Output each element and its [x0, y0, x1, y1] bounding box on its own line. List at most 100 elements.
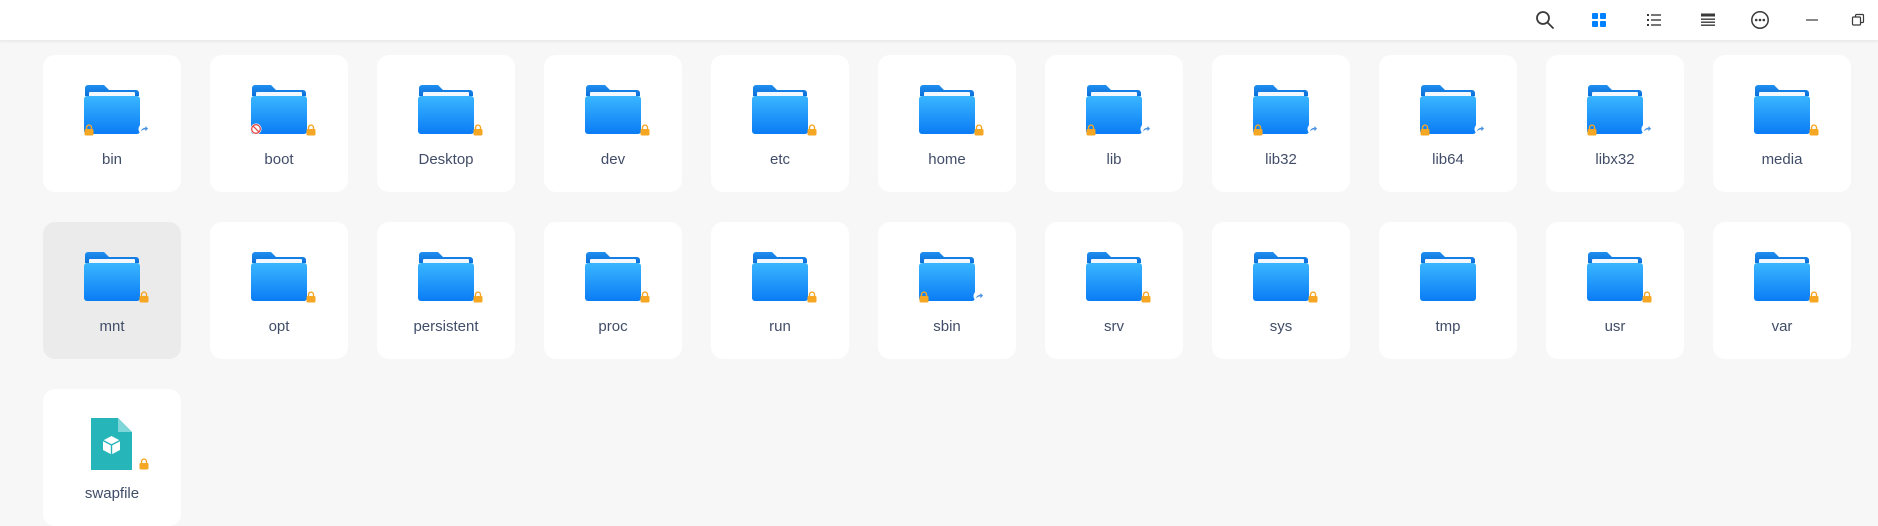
folder-item-var[interactable]: var: [1713, 222, 1851, 359]
item-label: media: [1761, 151, 1803, 168]
grid-view-icon: [1592, 13, 1606, 27]
folder-icon: [1418, 251, 1478, 303]
minimize-button[interactable]: [1792, 0, 1832, 40]
search-icon: [1536, 11, 1554, 29]
item-label: var: [1771, 318, 1793, 335]
lock-icon: [305, 123, 317, 136]
folder-item-dev[interactable]: dev: [544, 55, 682, 192]
item-label: proc: [598, 318, 628, 335]
item-label: sbin: [933, 318, 961, 335]
folder-item-desktop[interactable]: Desktop: [377, 55, 515, 192]
item-label: mnt: [99, 318, 125, 335]
item-label: lib32: [1265, 151, 1297, 168]
folder-item-srv[interactable]: srv: [1045, 222, 1183, 359]
icon-view-button[interactable]: [1579, 0, 1619, 40]
folder-icon: [249, 251, 309, 303]
lock-icon: [1307, 290, 1319, 303]
folder-icon: [1084, 251, 1144, 303]
restore-button[interactable]: [1838, 0, 1878, 40]
item-label: bin: [101, 151, 123, 168]
symlink-icon: [1641, 122, 1653, 135]
restore-icon: [1851, 13, 1865, 26]
lock-icon: [138, 457, 150, 470]
folder-icon: [1752, 251, 1812, 303]
list-view-button[interactable]: [1634, 0, 1674, 40]
lock-icon: [1641, 290, 1653, 303]
tree-view-button[interactable]: [1688, 0, 1728, 40]
folder-icon: [416, 251, 476, 303]
item-label: etc: [769, 151, 790, 168]
folder-item-lib64[interactable]: lib64: [1379, 55, 1517, 192]
folder-item-libx32[interactable]: libx32: [1546, 55, 1684, 192]
folder-item-usr[interactable]: usr: [1546, 222, 1684, 359]
symlink-icon: [1140, 122, 1152, 135]
lock-icon: [472, 290, 484, 303]
item-label: sys: [1269, 318, 1293, 335]
more-options-icon: [1751, 11, 1769, 29]
folder-icon: [583, 251, 643, 303]
no-permission-icon: [250, 122, 262, 135]
lock-icon: [1586, 123, 1598, 136]
lock-icon: [472, 123, 484, 136]
folder-icon: [750, 251, 810, 303]
file-grid: bin boot Desktop dev etc home lib lib32 …: [43, 55, 1851, 526]
more-options-button[interactable]: [1740, 0, 1780, 40]
folder-item-home[interactable]: home: [878, 55, 1016, 192]
folder-item-media[interactable]: media: [1713, 55, 1851, 192]
item-label: opt: [268, 318, 290, 335]
list-view-icon: [1647, 14, 1661, 26]
item-label: tmp: [1435, 318, 1461, 335]
file-item-swapfile[interactable]: swapfile: [43, 389, 181, 526]
folder-item-run[interactable]: run: [711, 222, 849, 359]
folder-item-boot[interactable]: boot: [210, 55, 348, 192]
toolbar: [0, 0, 1878, 41]
lock-icon: [1808, 290, 1820, 303]
item-label: home: [928, 151, 966, 168]
symlink-icon: [138, 122, 150, 135]
folder-item-persistent[interactable]: persistent: [377, 222, 515, 359]
folder-icon: [1752, 84, 1812, 136]
lock-icon: [1419, 123, 1431, 136]
folder-icon: [1251, 251, 1311, 303]
folder-item-sys[interactable]: sys: [1212, 222, 1350, 359]
lock-icon: [138, 290, 150, 303]
lock-icon: [918, 290, 930, 303]
folder-item-etc[interactable]: etc: [711, 55, 849, 192]
lock-icon: [973, 123, 985, 136]
lock-icon: [1252, 123, 1264, 136]
folder-icon: [750, 84, 810, 136]
file-icon: [82, 418, 142, 470]
folder-item-lib[interactable]: lib: [1045, 55, 1183, 192]
folder-item-opt[interactable]: opt: [210, 222, 348, 359]
folder-item-bin[interactable]: bin: [43, 55, 181, 192]
folder-item-tmp[interactable]: tmp: [1379, 222, 1517, 359]
folder-icon: [917, 84, 977, 136]
symlink-icon: [973, 289, 985, 302]
folder-item-lib32[interactable]: lib32: [1212, 55, 1350, 192]
item-label: lib64: [1432, 151, 1464, 168]
folder-item-mnt[interactable]: mnt: [43, 222, 181, 359]
lock-icon: [639, 123, 651, 136]
lock-icon: [83, 123, 95, 136]
lock-icon: [1140, 290, 1152, 303]
item-label: run: [769, 318, 791, 335]
lock-icon: [305, 290, 317, 303]
lock-icon: [806, 123, 818, 136]
item-label: dev: [600, 151, 626, 168]
minimize-icon: [1806, 19, 1818, 21]
folder-icon: [416, 84, 476, 136]
folder-icon: [1585, 251, 1645, 303]
tree-view-icon: [1701, 13, 1715, 26]
lock-icon: [639, 290, 651, 303]
symlink-icon: [1474, 122, 1486, 135]
search-button[interactable]: [1525, 0, 1565, 40]
folder-item-sbin[interactable]: sbin: [878, 222, 1016, 359]
folder-item-proc[interactable]: proc: [544, 222, 682, 359]
symlink-icon: [1307, 122, 1319, 135]
folder-icon: [583, 84, 643, 136]
folder-icon: [82, 251, 142, 303]
item-label: persistent: [413, 318, 479, 335]
item-label: lib: [1106, 151, 1122, 168]
lock-icon: [1085, 123, 1097, 136]
item-label: Desktop: [418, 151, 474, 168]
